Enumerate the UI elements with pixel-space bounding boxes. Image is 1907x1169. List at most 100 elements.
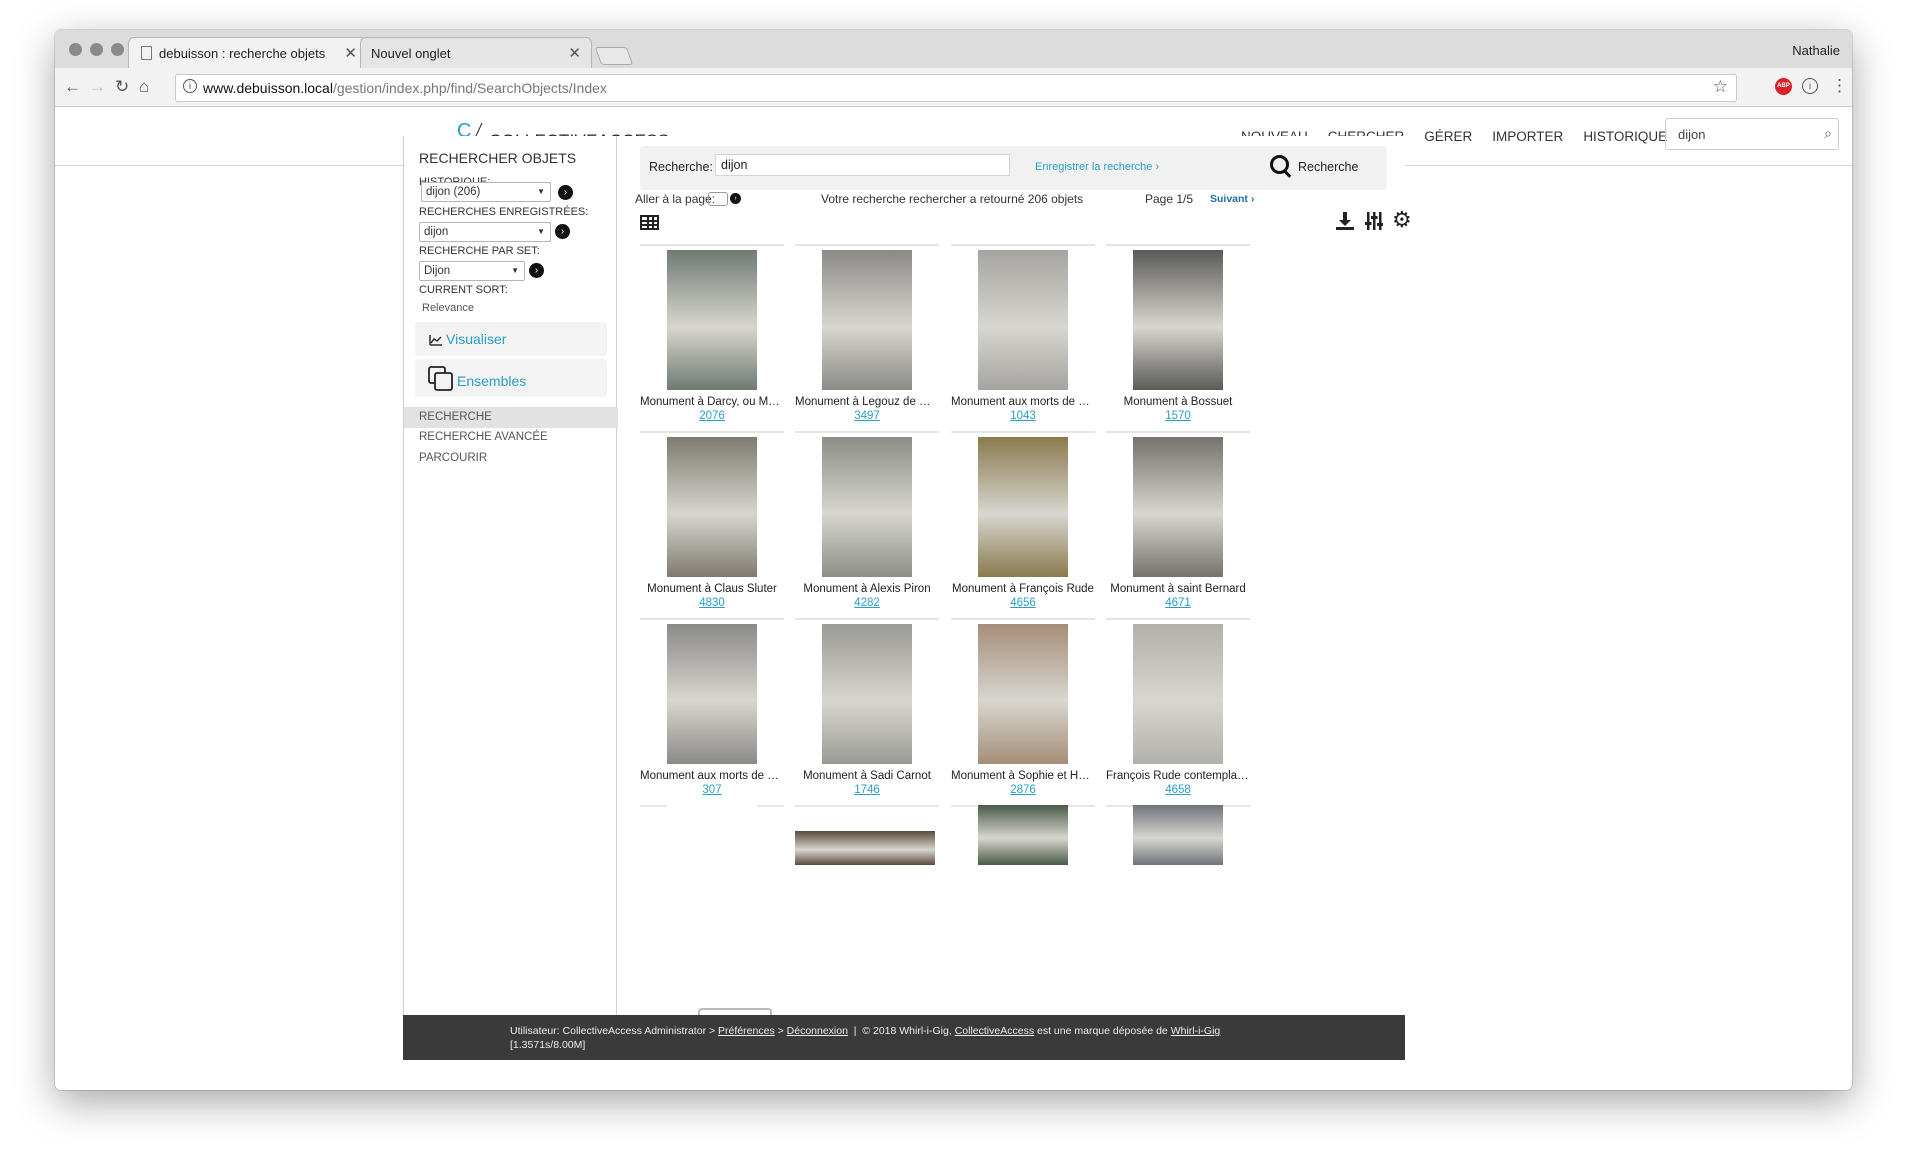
nav-historique[interactable]: HISTORIQUE: [1583, 129, 1667, 144]
filter-sliders-icon[interactable]: [1365, 211, 1383, 231]
gear-icon[interactable]: ⚙: [1392, 209, 1412, 231]
card-divider: [795, 618, 939, 620]
result-thumbnail[interactable]: [978, 624, 1068, 764]
whirligig-link[interactable]: Whirl-i-Gig: [1171, 1025, 1221, 1037]
sidebar-item-parcourir[interactable]: PARCOURIR: [419, 452, 487, 464]
goto-page-input[interactable]: [708, 192, 728, 206]
address-bar[interactable]: i www.debuisson.local/gestion/index.php/…: [175, 74, 1737, 102]
info-icon[interactable]: i: [183, 79, 197, 93]
nav-importer[interactable]: IMPORTER: [1492, 129, 1563, 144]
result-id-link[interactable]: 4658: [1106, 784, 1250, 796]
set-search-go-icon[interactable]: ›: [529, 263, 544, 278]
footer-user: Utilisateur: CollectiveAccess Administra…: [510, 1025, 707, 1037]
adblock-icon[interactable]: ABP: [1775, 78, 1792, 95]
card-divider: [1106, 244, 1250, 246]
result-thumbnail[interactable]: [667, 250, 757, 390]
reload-icon[interactable]: ↻: [115, 78, 129, 95]
result-title: Monument à Sadi Carnot: [803, 770, 931, 782]
result-id-link[interactable]: 307: [640, 784, 784, 796]
card-divider: [640, 618, 784, 620]
saved-searches-select[interactable]: dijon ▼: [419, 222, 551, 242]
result-thumbnail[interactable]: [978, 437, 1068, 577]
close-window-button[interactable]: [69, 43, 82, 56]
search-button-label: Recherche: [1298, 160, 1359, 174]
preferences-link[interactable]: Préférences: [718, 1025, 775, 1037]
result-thumbnail[interactable]: [1133, 250, 1223, 390]
result-id-link[interactable]: 1746: [795, 784, 939, 796]
result-thumbnail[interactable]: [667, 437, 757, 577]
card-divider: [951, 431, 1095, 433]
search-icon[interactable]: ⌕: [1824, 125, 1832, 142]
chevron-down-icon: ▼: [537, 227, 545, 236]
home-icon[interactable]: ⌂: [139, 78, 149, 95]
saved-searches-go-icon[interactable]: ›: [555, 224, 570, 239]
save-search-link[interactable]: Enregistrer la recherche ›: [1035, 161, 1159, 173]
result-id-link[interactable]: 2876: [951, 784, 1095, 796]
goto-page-arrow-icon[interactable]: ›: [730, 193, 741, 204]
result-title: Monument à Legouz de Ger...: [795, 396, 939, 408]
card-divider: [1106, 431, 1250, 433]
result-id-link[interactable]: 4282: [795, 597, 939, 609]
result-id-link[interactable]: 4671: [1106, 597, 1250, 609]
result-id-link[interactable]: 1043: [951, 410, 1095, 422]
profile-name[interactable]: Nathalie: [1792, 43, 1840, 58]
search-input[interactable]: dijon: [715, 154, 1010, 176]
nav-gerer[interactable]: GÉRER: [1424, 129, 1472, 144]
result-title: Monument à François Rude: [952, 583, 1094, 595]
menu-kebab-icon[interactable]: ⋮: [1831, 76, 1848, 96]
result-title: Monument aux morts de 18...: [951, 396, 1095, 408]
result-thumbnail[interactable]: [667, 805, 757, 865]
collectiveaccess-link[interactable]: CollectiveAccess: [955, 1025, 1034, 1037]
close-tab-icon[interactable]: ✕: [568, 44, 581, 62]
forward-icon[interactable]: →: [89, 78, 106, 95]
set-search-select[interactable]: Dijon ▼: [419, 261, 525, 281]
card-divider: [795, 244, 939, 246]
result-thumbnail[interactable]: [1133, 624, 1223, 764]
header-search-input[interactable]: dijon ⌕: [1665, 118, 1839, 150]
new-tab-button[interactable]: [594, 47, 634, 65]
result-title: Monument à Alexis Piron: [803, 583, 931, 595]
historique-select[interactable]: dijon (206) ▼: [421, 182, 551, 202]
url-path: /gestion/index.php/find/SearchObjects/In…: [332, 80, 607, 96]
table-view-icon[interactable]: [640, 215, 659, 230]
result-id-link[interactable]: 4830: [640, 597, 784, 609]
close-tab-icon[interactable]: ✕: [344, 44, 357, 62]
chart-line-icon: [429, 335, 442, 346]
result-title: François Rude contemplan...: [1106, 770, 1250, 782]
sidebar-item-recherche-avancee[interactable]: RECHERCHE AVANCÉE: [419, 431, 548, 443]
result-id-link[interactable]: 4656: [951, 597, 1095, 609]
next-page-link[interactable]: Suivant ›: [1210, 193, 1254, 205]
zoom-window-button[interactable]: [111, 43, 124, 56]
result-id-link[interactable]: 3497: [795, 410, 939, 422]
tab-debuisson[interactable]: debuisson : recherche objets ✕: [128, 37, 368, 68]
result-id-link[interactable]: 1570: [1106, 410, 1250, 422]
url-host: www.debuisson.local: [203, 80, 333, 96]
extension-info-icon[interactable]: i: [1802, 78, 1818, 94]
result-thumbnail[interactable]: [978, 250, 1068, 390]
result-thumbnail[interactable]: [1133, 805, 1223, 865]
back-icon[interactable]: ←: [64, 78, 81, 95]
result-id-link[interactable]: 2076: [640, 410, 784, 422]
minimize-window-button[interactable]: [90, 43, 103, 56]
download-icon[interactable]: [1335, 211, 1355, 231]
result-thumbnail[interactable]: [822, 437, 912, 577]
pagination-row: Aller à la page: › Votre recherche reche…: [635, 188, 1395, 208]
url-text: www.debuisson.local/gestion/index.php/fi…: [203, 80, 607, 96]
result-thumbnail[interactable]: [978, 805, 1068, 865]
result-thumbnail[interactable]: [822, 250, 912, 390]
result-thumbnail[interactable]: [795, 831, 935, 865]
card-divider: [640, 244, 784, 246]
search-input-value: dijon: [721, 158, 748, 172]
set-search-value: Dijon: [424, 265, 451, 277]
logout-link[interactable]: Déconnexion: [787, 1025, 848, 1037]
content-area: Recherche: dijon Enregistrer la recherch…: [617, 136, 1412, 1060]
sidebar-item-recherche[interactable]: RECHERCHE: [419, 411, 492, 423]
result-thumbnail[interactable]: [822, 624, 912, 764]
tab-new[interactable]: Nouvel onglet ✕: [360, 37, 592, 68]
visualiser-button[interactable]: Visualiser: [415, 322, 607, 356]
ensembles-button[interactable]: Ensembles: [415, 359, 607, 397]
bookmark-star-icon[interactable]: ☆: [1713, 77, 1728, 97]
historique-go-icon[interactable]: ›: [558, 185, 573, 200]
result-thumbnail[interactable]: [1133, 437, 1223, 577]
result-thumbnail[interactable]: [667, 624, 757, 764]
